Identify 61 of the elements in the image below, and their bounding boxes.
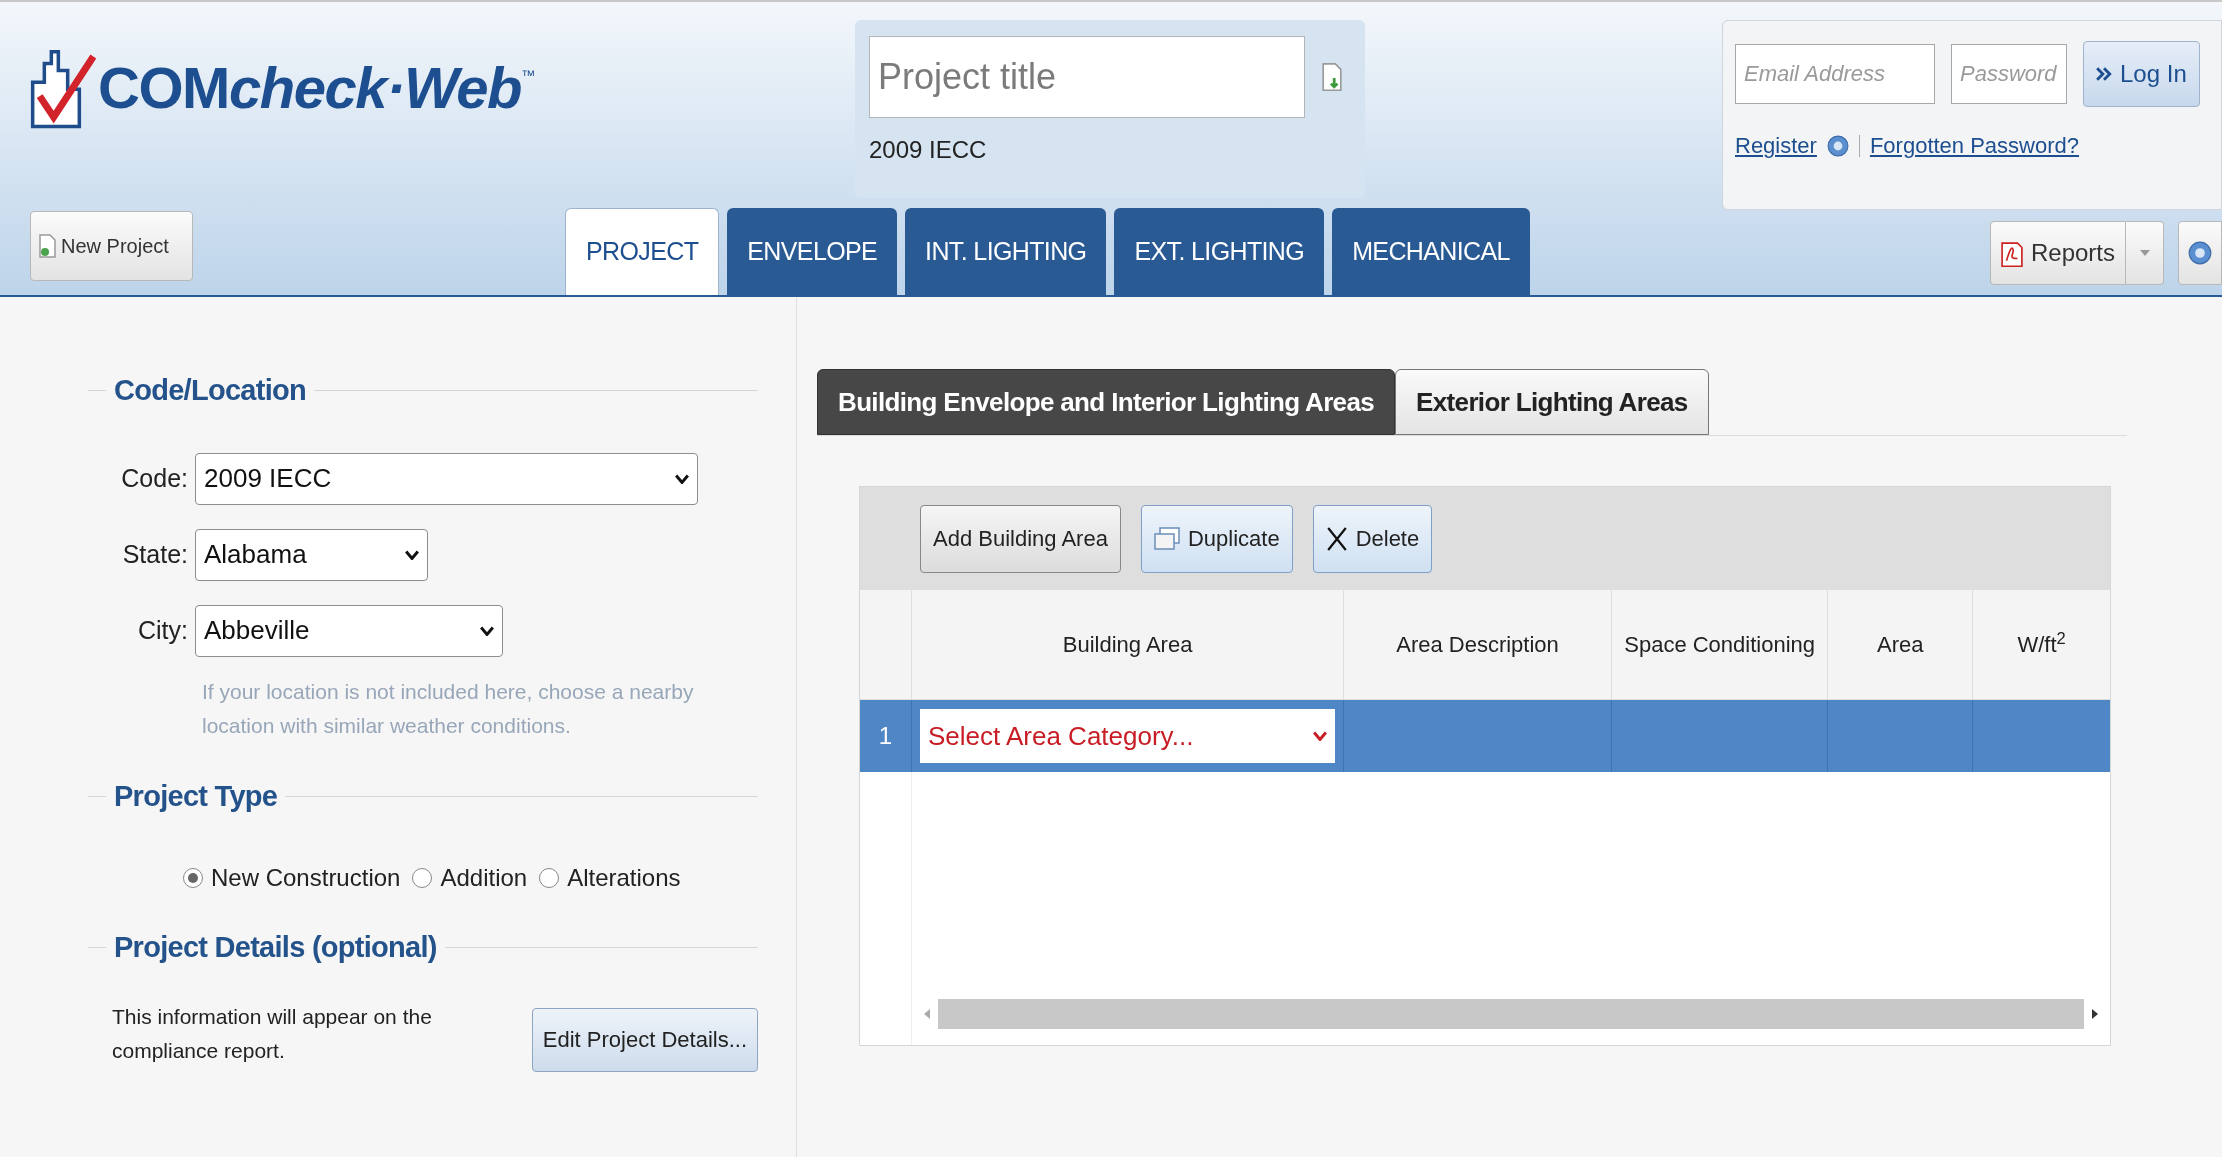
select-field[interactable]: Abbeville [195,604,503,657]
nav-tab[interactable]: MECHANICAL [1332,208,1530,295]
column-header: W/ft$^{2}$ [2017,628,2066,659]
radio-button[interactable] [412,868,433,888]
nav-tab[interactable]: EXT. LIGHTING [1114,208,1325,295]
help-button[interactable] [2178,221,2222,285]
duplicate-button[interactable]: Duplicate [1140,504,1293,573]
area-category-select[interactable]: Select Area Category... [919,709,1336,763]
dropdown-caret-icon [675,473,689,484]
dropdown-caret-icon [480,625,494,636]
nav-tab[interactable]: PROJECT [565,208,720,295]
section-tab[interactable]: Building Envelope and Interior Lighting Areas [817,369,1396,435]
section-heading: Project Details (optional) [114,930,437,965]
radio-label: Alterations [567,863,681,893]
field-label: City: [137,614,189,646]
section-heading: Code/Location [114,373,306,408]
login-button[interactable]: Log In [2083,41,2200,107]
scroll-right-icon[interactable] [2092,1009,2098,1019]
copy-icon [1153,526,1180,551]
reports-button[interactable]: Reports [1989,221,2126,285]
new-project-button[interactable]: New Project [30,211,193,281]
edit-project-details-button[interactable]: Edit Project Details... [531,1007,758,1072]
radio-button[interactable] [183,868,203,888]
email-field[interactable]: Email Address [1735,44,1935,104]
location-hint: If your location is not included here, choose a nearby location with similar weather conditions. [202,678,695,739]
dropdown-caret-icon [1313,731,1328,741]
radio-button[interactable] [539,868,560,888]
scroll-left-icon[interactable] [924,1009,930,1019]
section-tab[interactable]: Exterior Lighting Areas [1395,369,1709,435]
delete-button[interactable]: Delete [1312,504,1433,573]
password-field[interactable]: Password [1951,44,2067,104]
column-header: Space Conditioning [1624,631,1816,659]
select-field[interactable]: Alabama [195,528,428,581]
double-chevron-icon [2096,67,2112,81]
row-number: 1 [878,721,893,751]
close-icon [1325,525,1348,552]
table-row[interactable]: 1 Select Area Category... [860,700,2110,772]
dropdown-caret-icon [405,549,419,560]
column-header: Area Description [1396,631,1559,659]
app-logo-text: COMcheck·Web$^{™}$ [98,54,535,123]
column-header: Area [1877,631,1924,659]
column-header: Building Area [1062,631,1193,659]
new-document-icon [39,233,57,259]
select-field[interactable]: 2009 IECC [195,452,698,505]
section-heading: Project Type [114,778,278,814]
field-label: State: [121,538,189,570]
add-building-area-button[interactable]: Add Building Area [920,504,1121,573]
forgotten-password-link[interactable]: Forgotten Password? [1869,129,2080,162]
nav-tab[interactable]: INT. LIGHTING [905,208,1107,295]
nav-tab[interactable]: ENVELOPE [727,208,898,295]
save-document-icon[interactable] [1321,62,1343,92]
details-note: This information will appear on the compliance report. [112,1003,432,1064]
radio-label: New Construction [211,863,401,893]
horizontal-scrollbar[interactable] [924,997,2098,1031]
code-caption: 2009 IECC [869,135,988,165]
reports-dropdown-button[interactable] [2126,221,2164,285]
register-link[interactable]: Register [1735,129,1817,162]
field-label: Code: [120,462,189,494]
radio-label: Addition [440,863,528,893]
dropdown-caret-icon [2139,250,2150,256]
project-title-field[interactable]: Project title [869,36,1305,118]
